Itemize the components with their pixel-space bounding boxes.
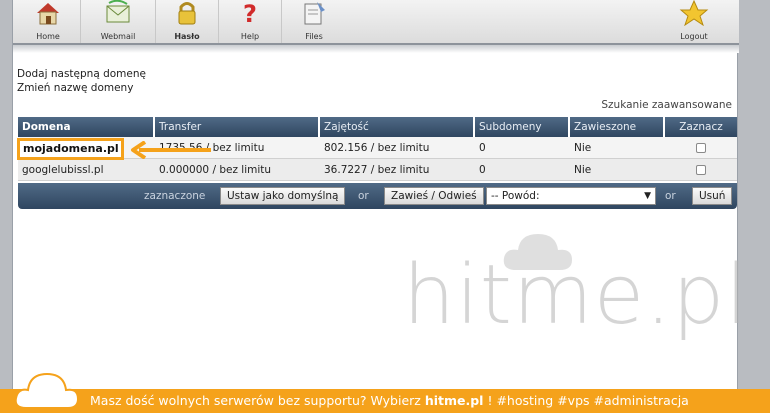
star-icon xyxy=(679,0,709,27)
domain-link[interactable]: googlelubissl.pl xyxy=(18,159,155,180)
nav-help-label: Help xyxy=(240,32,260,41)
col-usage[interactable]: Zajętość xyxy=(320,117,475,137)
question-icon: ? xyxy=(235,0,265,28)
nav-webmail[interactable]: Webmail xyxy=(88,0,148,43)
or-label: or xyxy=(358,190,369,202)
arrow-left-icon xyxy=(131,141,211,159)
envelope-icon xyxy=(103,0,133,26)
files-icon xyxy=(299,0,329,26)
top-navigation: Home Webmail Hasło ? Help Files Logout xyxy=(13,0,739,45)
or-label: or xyxy=(665,190,676,202)
reason-select[interactable]: -- Powód: ▼ xyxy=(486,187,656,205)
col-subdomains[interactable]: Subdomeny xyxy=(475,117,570,137)
nav-password[interactable]: Hasło xyxy=(163,0,211,43)
cloud-icon xyxy=(14,372,80,409)
reason-select-value: -- Powód: xyxy=(491,190,540,202)
advanced-search-link[interactable]: Szukanie zaawansowane xyxy=(601,99,732,111)
set-default-button[interactable]: Ustaw jako domyślną xyxy=(220,187,346,205)
suspended-cell: Nie xyxy=(574,164,592,176)
banner-brand: hitme.pl xyxy=(424,393,484,408)
domain-links: Dodaj następną domenę Zmień nazwę domeny xyxy=(17,67,146,95)
nav-logout-label: Logout xyxy=(680,32,708,41)
nav-webmail-label: Webmail xyxy=(100,32,136,41)
watermark-text: hitme.pl xyxy=(403,248,750,343)
nav-files-label: Files xyxy=(305,32,323,41)
row-checkbox[interactable] xyxy=(696,143,706,153)
selected-label: zaznaczone xyxy=(144,190,206,202)
nav-home-label: Home xyxy=(36,32,60,41)
row-checkbox[interactable] xyxy=(696,165,706,175)
col-suspended[interactable]: Zawieszone xyxy=(570,117,665,137)
col-select: Zaznacz xyxy=(679,121,723,133)
panel-frame: Home Webmail Hasło ? Help Files Logout D… xyxy=(12,0,748,413)
col-transfer[interactable]: Transfer xyxy=(155,117,320,137)
promo-banner: Masz dość wolnych serwerów bez supportu?… xyxy=(0,372,770,413)
col-domain[interactable]: Domena xyxy=(18,117,155,137)
dropdown-arrow-icon: ▼ xyxy=(644,191,651,201)
rename-domain-link[interactable]: Zmień nazwę domeny xyxy=(17,81,146,95)
delete-button[interactable]: Usuń xyxy=(692,187,733,205)
table-row: googlelubissl.pl 0.000000 / bez limitu 3… xyxy=(18,159,737,181)
padlock-icon xyxy=(172,0,202,26)
svg-text:?: ? xyxy=(243,0,257,26)
nav-logout[interactable]: Logout xyxy=(669,0,719,43)
nav-home[interactable]: Home xyxy=(23,0,73,43)
domains-table: Domena Transfer Zajętość Subdomeny Zawie… xyxy=(18,117,737,209)
suspend-button[interactable]: Zawieś / Odwieś xyxy=(384,187,484,205)
banner-text[interactable]: Masz dość wolnych serwerów bez supportu?… xyxy=(90,389,689,413)
table-header: Domena Transfer Zajętość Subdomeny Zawie… xyxy=(18,117,737,137)
watermark-logo: hitme.pl xyxy=(403,226,748,356)
usage-cell: 802.156 / bez limitu xyxy=(324,142,430,154)
usage-cell: 36.7227 / bez limitu xyxy=(324,164,430,176)
highlighted-domain[interactable]: mojadomena.pl xyxy=(17,138,124,160)
nav-files[interactable]: Files xyxy=(289,0,339,43)
nav-help[interactable]: ? Help xyxy=(226,0,274,43)
bulk-action-bar: zaznaczone Ustaw jako domyślną or Zawieś… xyxy=(18,183,737,209)
add-domain-link[interactable]: Dodaj następną domenę xyxy=(17,67,146,81)
subdomains-cell: 0 xyxy=(479,164,486,176)
suspended-cell: Nie xyxy=(574,142,592,154)
transfer-cell: 0.000000 / bez limitu xyxy=(159,164,272,176)
house-icon xyxy=(33,0,63,26)
subdomains-cell: 0 xyxy=(479,142,486,154)
nav-password-label: Hasło xyxy=(174,32,200,41)
